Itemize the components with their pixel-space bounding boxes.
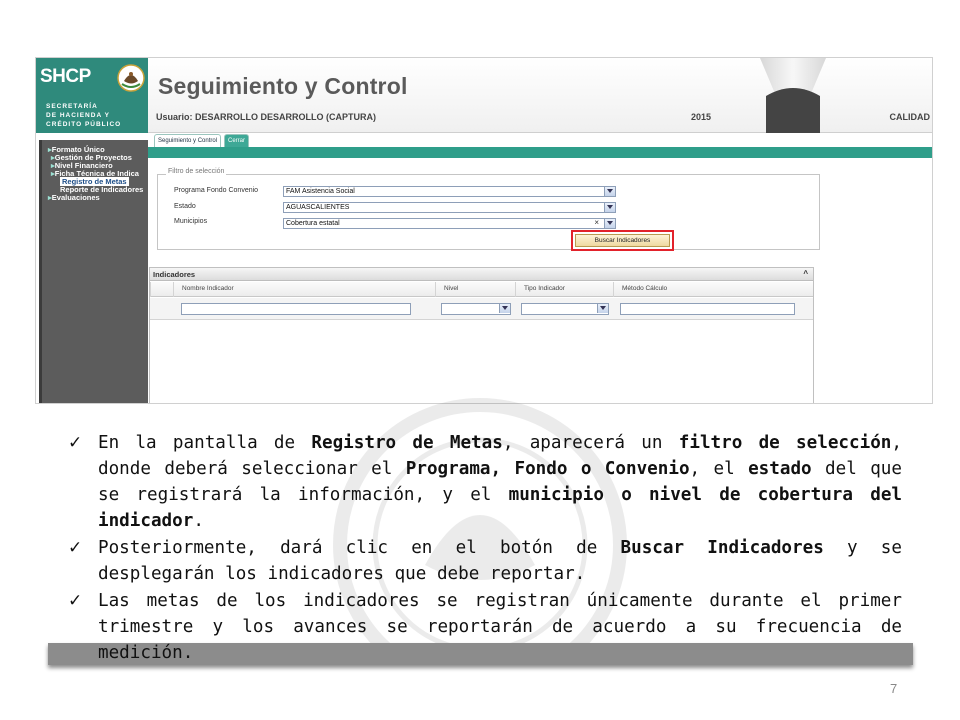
check-icon: ✓ [68, 433, 83, 453]
sidebar-menu: ▸Formato Único ▸Gestión de Proyectos ▸Ni… [39, 140, 148, 403]
app-header: Seguimiento y Control Usuario: DESARROLL… [148, 58, 932, 133]
nombre-filter-input[interactable] [181, 303, 411, 315]
bullet-metas-trimestre: ✓ Las metas de los indicadores se regist… [68, 588, 902, 666]
column-header-tipo[interactable]: Tipo Indicador [515, 282, 613, 297]
filter-panel: Filtro de selección Programa Fondo Conve… [157, 168, 820, 251]
header-decoration [760, 58, 826, 133]
calidad-label: CALIDAD [889, 112, 931, 122]
clear-icon[interactable]: × [594, 218, 599, 227]
sidebar-item-evaluaciones[interactable]: ▸Evaluaciones [48, 194, 100, 202]
check-icon: ✓ [68, 591, 83, 611]
app-screenshot: SHCP SECRETARÍA DE HACIENDA Y CRÉDITO PÚ… [35, 57, 933, 404]
page-number: 7 [890, 681, 898, 696]
indicators-header: Indicadores ^ [150, 268, 813, 281]
indicators-column-headers: Nombre Indicador Nivel Tipo Indicador Mé… [150, 282, 813, 297]
tab-seguimiento-control[interactable]: Seguimiento y Control [154, 134, 222, 147]
chevron-down-icon[interactable] [604, 219, 615, 228]
user-info: Usuario: DESARROLLO DESARROLLO (CAPTURA) [156, 112, 376, 122]
indicators-filter-row [150, 298, 813, 320]
estado-label: Estado [174, 203, 196, 210]
programa-label: Programa Fondo Convenio [174, 187, 259, 194]
check-icon: ✓ [68, 538, 83, 558]
filter-legend: Filtro de selección [166, 168, 227, 175]
shcp-logo-panel: SHCP SECRETARÍA DE HACIENDA Y CRÉDITO PÚ… [36, 58, 148, 133]
fiscal-year: 2015 [691, 112, 712, 122]
chevron-down-icon[interactable] [597, 304, 608, 313]
nivel-filter-select[interactable] [441, 303, 511, 315]
shcp-logo: SHCP [40, 66, 91, 87]
column-header-nivel[interactable]: Nivel [435, 282, 515, 297]
app-title: Seguimiento y Control [158, 73, 408, 99]
indicators-title: Indicadores [153, 270, 196, 279]
tab-bar [148, 147, 932, 158]
chevron-down-icon[interactable] [604, 187, 615, 196]
tab-strip: Seguimiento y Control Cerrar [148, 133, 932, 147]
column-header-rownum [150, 282, 173, 297]
column-header-nombre[interactable]: Nombre Indicador [173, 282, 435, 297]
buscar-indicadores-button[interactable]: Buscar Indicadores [575, 234, 670, 247]
tab-cerrar[interactable]: Cerrar [224, 134, 250, 147]
dept-name: SECRETARÍA DE HACIENDA Y CRÉDITO PÚBLICO [46, 103, 122, 128]
bullet-text: En la pantalla de Registro de Metas, apa… [98, 433, 903, 531]
bullet-buscar-indicadores: ✓ Posteriormente, dará clic en el botón … [68, 535, 902, 587]
chevron-down-icon[interactable] [499, 304, 510, 313]
bullet-text: Posteriormente, dará clic en el botón de… [98, 538, 902, 584]
collapse-icon[interactable]: ^ [803, 269, 808, 278]
chevron-down-icon[interactable] [604, 203, 615, 212]
column-header-metodo[interactable]: Método Cálculo [613, 282, 815, 297]
bullet-text: Las metas de los indicadores se registra… [98, 591, 902, 663]
programa-select[interactable]: FAM Asistencia Social [283, 186, 616, 197]
bullet-registro-metas: ✓ En la pantalla de Registro de Metas, a… [68, 430, 902, 534]
mexico-seal-icon [117, 64, 145, 92]
indicators-panel: Indicadores ^ Nombre Indicador Nivel Tip… [149, 267, 814, 403]
tipo-filter-select[interactable] [521, 303, 609, 315]
slide-bullet-list: ✓ En la pantalla de Registro de Metas, a… [68, 430, 902, 666]
municipios-label: Municipios [174, 218, 208, 225]
municipios-select[interactable]: Cobertura estatal × [283, 218, 616, 229]
metodo-filter-input[interactable] [620, 303, 795, 315]
estado-select[interactable]: AGUASCALIENTES [283, 202, 616, 213]
